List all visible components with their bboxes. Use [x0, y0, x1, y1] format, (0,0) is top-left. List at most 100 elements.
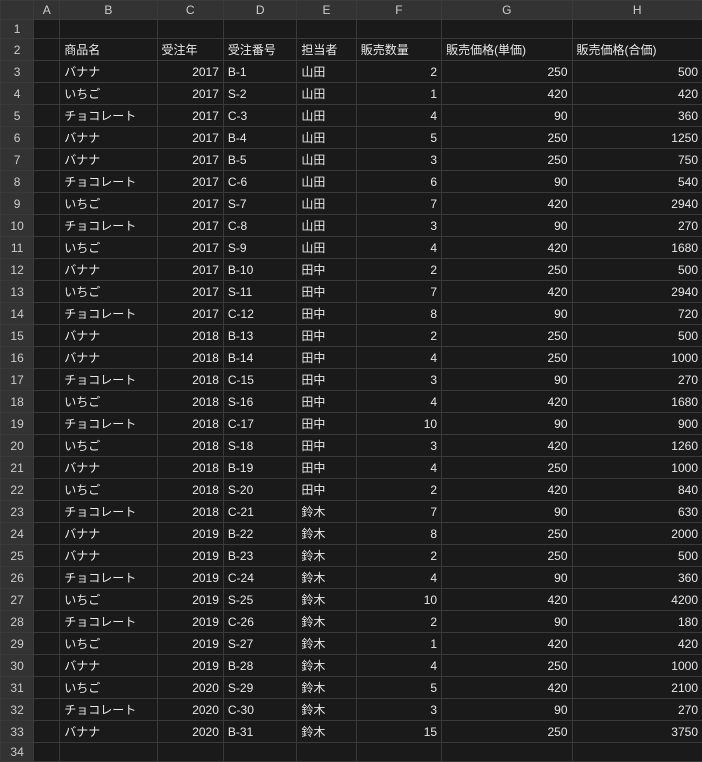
cell-qty[interactable]: 2: [356, 259, 441, 281]
cell[interactable]: [34, 457, 60, 479]
cell-qty[interactable]: 1: [356, 633, 441, 655]
cell-unitprice[interactable]: 90: [442, 105, 572, 127]
cell-total[interactable]: 270: [572, 699, 702, 721]
cell-product[interactable]: バナナ: [60, 545, 157, 567]
cell-year[interactable]: 2019: [157, 567, 223, 589]
cell[interactable]: [572, 743, 702, 762]
row-header[interactable]: 17: [1, 369, 34, 391]
cell-person[interactable]: 鈴木: [297, 545, 356, 567]
cell-qty[interactable]: 3: [356, 149, 441, 171]
cell-total[interactable]: 750: [572, 149, 702, 171]
cell-person[interactable]: 鈴木: [297, 655, 356, 677]
cell-qty[interactable]: 2: [356, 479, 441, 501]
row-header[interactable]: 33: [1, 721, 34, 743]
cell-qty[interactable]: 4: [356, 105, 441, 127]
cell-year[interactable]: 2017: [157, 61, 223, 83]
cell-product[interactable]: いちご: [60, 237, 157, 259]
cell-product[interactable]: いちご: [60, 677, 157, 699]
cell-product[interactable]: バナナ: [60, 325, 157, 347]
cell-year[interactable]: 2017: [157, 237, 223, 259]
cell[interactable]: [34, 369, 60, 391]
row-header[interactable]: 16: [1, 347, 34, 369]
cell-qty[interactable]: 15: [356, 721, 441, 743]
col-header-C[interactable]: C: [157, 1, 223, 20]
cell[interactable]: [34, 743, 60, 762]
cell-person[interactable]: 山田: [297, 193, 356, 215]
row-header[interactable]: 1: [1, 20, 34, 39]
cell[interactable]: [34, 105, 60, 127]
select-all-corner[interactable]: [1, 1, 34, 20]
cell-year[interactable]: 2018: [157, 347, 223, 369]
cell-orderno[interactable]: C-3: [223, 105, 297, 127]
cell-person[interactable]: 鈴木: [297, 699, 356, 721]
cell-person[interactable]: 山田: [297, 171, 356, 193]
cell[interactable]: [442, 743, 572, 762]
cell-person[interactable]: 田中: [297, 347, 356, 369]
cell-total[interactable]: 1680: [572, 391, 702, 413]
cell-total[interactable]: 270: [572, 215, 702, 237]
cell-product[interactable]: バナナ: [60, 347, 157, 369]
cell-unitprice[interactable]: 90: [442, 413, 572, 435]
cell-unitprice[interactable]: 90: [442, 699, 572, 721]
cell-product[interactable]: チョコレート: [60, 501, 157, 523]
row-header[interactable]: 10: [1, 215, 34, 237]
row-header[interactable]: 5: [1, 105, 34, 127]
row-header[interactable]: 7: [1, 149, 34, 171]
cell-unitprice[interactable]: 90: [442, 567, 572, 589]
cell-qty[interactable]: 8: [356, 523, 441, 545]
cell-total[interactable]: 1680: [572, 237, 702, 259]
row-header[interactable]: 4: [1, 83, 34, 105]
cell-orderno[interactable]: B-10: [223, 259, 297, 281]
cell[interactable]: [442, 20, 572, 39]
cell-year[interactable]: 2019: [157, 545, 223, 567]
cell-orderno[interactable]: B-22: [223, 523, 297, 545]
cell-product[interactable]: バナナ: [60, 523, 157, 545]
cell-person[interactable]: 山田: [297, 127, 356, 149]
cell-product[interactable]: バナナ: [60, 127, 157, 149]
col-header-G[interactable]: G: [442, 1, 572, 20]
cell-product[interactable]: チョコレート: [60, 567, 157, 589]
cell-orderno[interactable]: S-11: [223, 281, 297, 303]
cell-year[interactable]: 2017: [157, 215, 223, 237]
cell-unitprice[interactable]: 250: [442, 457, 572, 479]
cell-person[interactable]: 鈴木: [297, 589, 356, 611]
cell-total[interactable]: 420: [572, 633, 702, 655]
cell-orderno[interactable]: S-9: [223, 237, 297, 259]
cell-unitprice[interactable]: 90: [442, 303, 572, 325]
cell-unitprice[interactable]: 250: [442, 721, 572, 743]
cell-person[interactable]: 山田: [297, 83, 356, 105]
cell-product[interactable]: バナナ: [60, 149, 157, 171]
cell-total[interactable]: 1260: [572, 435, 702, 457]
cell-unitprice[interactable]: 250: [442, 655, 572, 677]
cell-unitprice[interactable]: 420: [442, 281, 572, 303]
cell-person[interactable]: 山田: [297, 215, 356, 237]
header-total[interactable]: 販売価格(合価): [572, 39, 702, 61]
cell-year[interactable]: 2020: [157, 721, 223, 743]
cell-total[interactable]: 1250: [572, 127, 702, 149]
cell-orderno[interactable]: S-20: [223, 479, 297, 501]
cell-total[interactable]: 2940: [572, 281, 702, 303]
cell-orderno[interactable]: B-13: [223, 325, 297, 347]
cell-unitprice[interactable]: 250: [442, 347, 572, 369]
row-header[interactable]: 22: [1, 479, 34, 501]
cell-person[interactable]: 鈴木: [297, 567, 356, 589]
cell-unitprice[interactable]: 90: [442, 369, 572, 391]
cell-unitprice[interactable]: 420: [442, 633, 572, 655]
cell-person[interactable]: 山田: [297, 237, 356, 259]
row-header[interactable]: 29: [1, 633, 34, 655]
header-qty[interactable]: 販売数量: [356, 39, 441, 61]
cell-person[interactable]: 鈴木: [297, 523, 356, 545]
row-header[interactable]: 19: [1, 413, 34, 435]
row-header[interactable]: 6: [1, 127, 34, 149]
cell-product[interactable]: いちご: [60, 391, 157, 413]
row-header[interactable]: 3: [1, 61, 34, 83]
cell[interactable]: [34, 20, 60, 39]
row-header[interactable]: 8: [1, 171, 34, 193]
cell-orderno[interactable]: B-1: [223, 61, 297, 83]
cell-year[interactable]: 2018: [157, 391, 223, 413]
row-header[interactable]: 32: [1, 699, 34, 721]
cell-product[interactable]: いちご: [60, 589, 157, 611]
cell[interactable]: [34, 237, 60, 259]
cell-orderno[interactable]: B-4: [223, 127, 297, 149]
row-header[interactable]: 21: [1, 457, 34, 479]
